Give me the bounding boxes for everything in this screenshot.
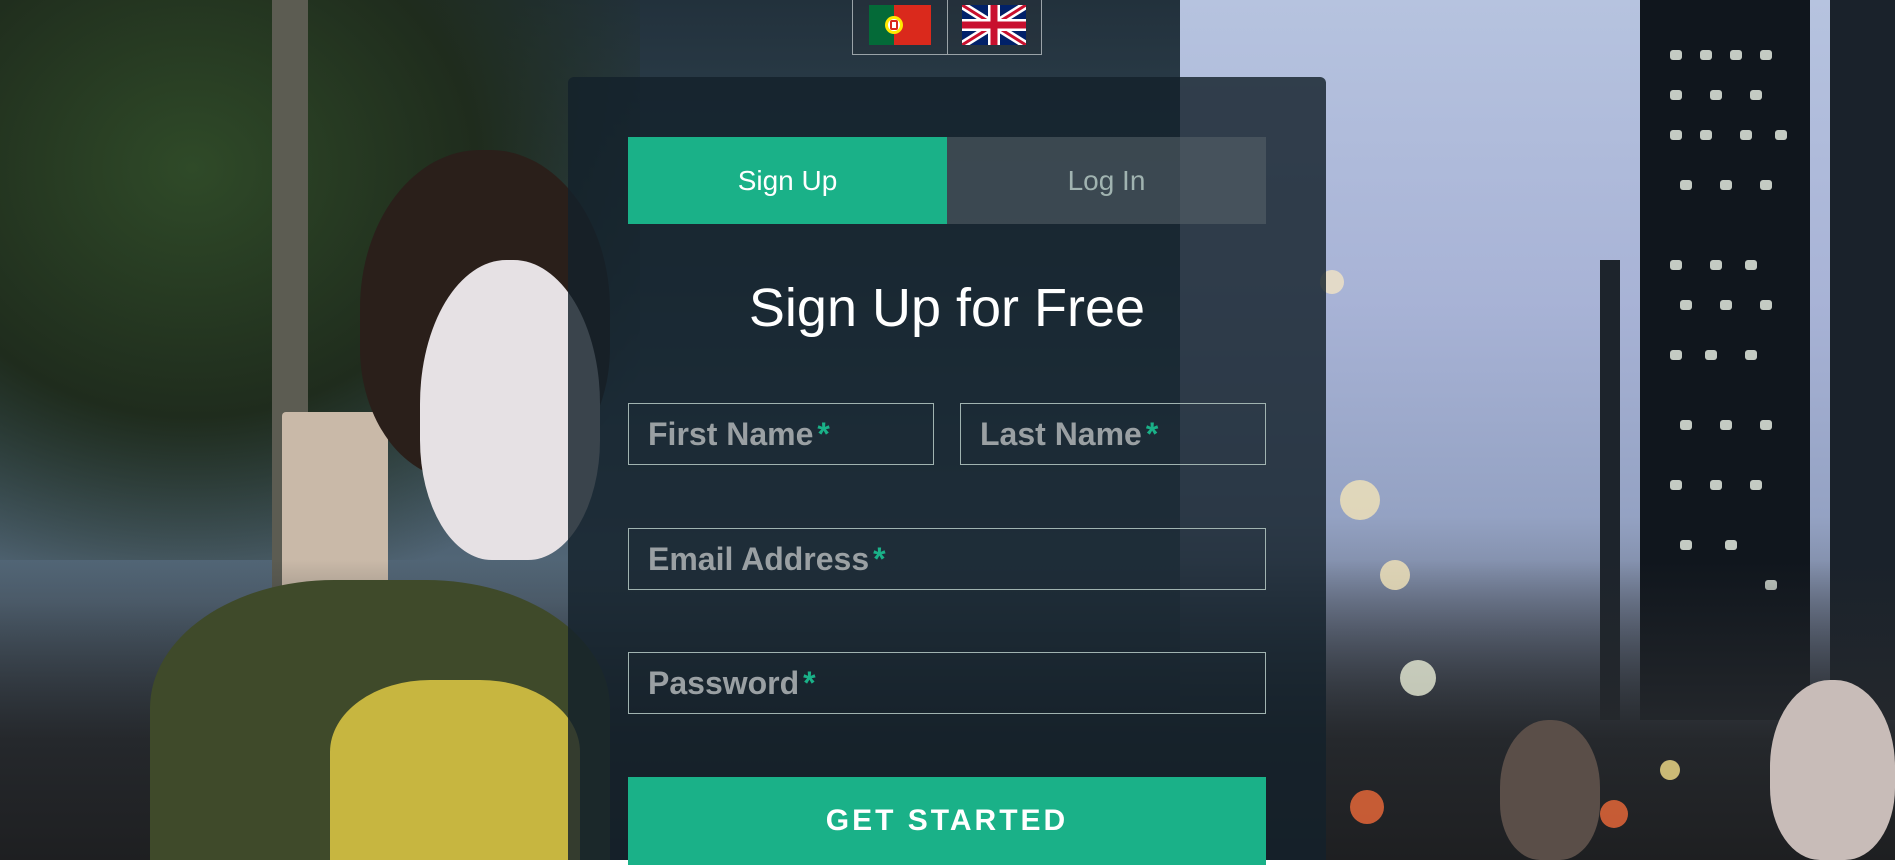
tab-sign-up[interactable]: Sign Up	[628, 137, 947, 224]
required-marker: *	[1145, 415, 1159, 452]
language-switcher	[852, 0, 1042, 56]
get-started-button[interactable]: GET STARTED	[628, 777, 1266, 865]
background-person	[1500, 720, 1600, 860]
form-title: Sign Up for Free	[748, 278, 1146, 338]
flag-uk-icon	[960, 1, 1029, 50]
required-marker: *	[873, 540, 886, 577]
first-name-placeholder: First Name	[648, 415, 814, 452]
email-placeholder: Email Address	[648, 540, 870, 577]
password-placeholder: Password	[648, 664, 800, 701]
auth-tabs: Sign Up Log In	[628, 137, 1266, 224]
language-english-button[interactable]	[947, 0, 1042, 55]
required-marker: *	[803, 664, 816, 701]
required-marker: *	[817, 415, 830, 452]
password-field[interactable]: Password *	[628, 652, 1266, 714]
first-name-field[interactable]: First Name *	[628, 403, 934, 465]
tab-log-in[interactable]: Log In	[947, 137, 1266, 224]
email-field[interactable]: Email Address *	[628, 528, 1266, 590]
background-person-mask	[1770, 680, 1895, 860]
flag-portugal-icon	[868, 4, 931, 50]
last-name-placeholder: Last Name	[980, 415, 1142, 452]
background-flag-yellow	[330, 680, 580, 860]
last-name-field[interactable]: Last Name *	[960, 403, 1266, 465]
signup-panel: Sign Up Log In Sign Up for Free First Na…	[568, 77, 1326, 865]
language-portuguese-button[interactable]	[852, 0, 948, 55]
